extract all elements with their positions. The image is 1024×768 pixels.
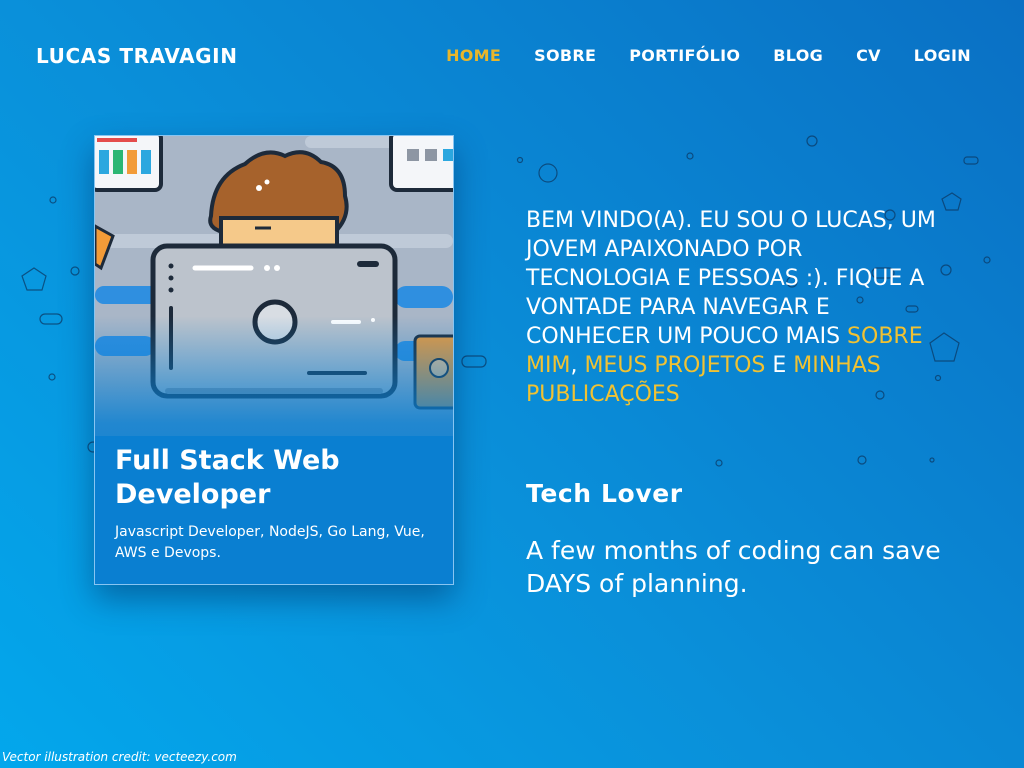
quote-text: A few months of coding can save DAYS of … <box>526 536 941 598</box>
intro-text: Bem vindo(a). Eu sou o Lucas, um jovem a… <box>526 206 946 409</box>
card-description: Javascript Developer, NodeJS, Go Lang, V… <box>115 524 425 561</box>
intro-separator: e <box>765 353 794 378</box>
tagline: Tech Lover <box>526 479 683 508</box>
card-title: Full Stack Web Developer <box>115 445 340 510</box>
nav-sobre[interactable]: SOBRE <box>534 46 596 65</box>
nav-cv[interactable]: CV <box>856 46 881 65</box>
link-meus-projetos[interactable]: meus projetos <box>584 353 765 378</box>
nav-portifolio[interactable]: PORTIFÓLIO <box>629 46 740 65</box>
nav-blog[interactable]: BLOG <box>773 46 823 65</box>
profile-card: Full Stack Web Developer Javascript Deve… <box>94 135 454 585</box>
nav-home[interactable]: HOME <box>446 46 501 65</box>
intro-separator: , <box>570 353 585 378</box>
nav-login[interactable]: LOGIN <box>914 46 971 65</box>
site-logo[interactable]: LUCAS TRAVAGIN <box>36 44 238 68</box>
illustration-credit: Vector illustration credit: vecteezy.com <box>2 750 237 764</box>
site-header: LUCAS TRAVAGIN HOME SOBRE PORTIFÓLIO BLO… <box>0 0 1024 114</box>
main-nav: HOME SOBRE PORTIFÓLIO BLOG CV LOGIN <box>446 46 971 65</box>
